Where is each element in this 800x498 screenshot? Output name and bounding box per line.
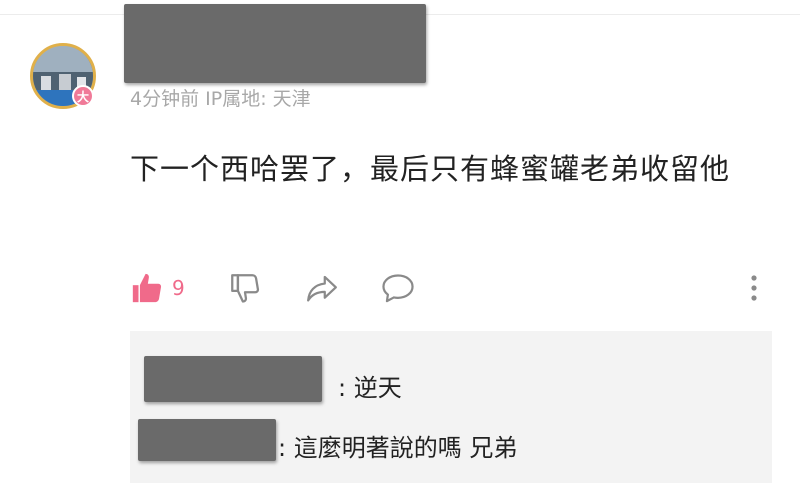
comment-icon [382,274,414,303]
reply-text: : 逆天 [338,374,402,402]
share-button[interactable] [304,268,340,308]
replies-box[interactable]: : 逆天 : 這麼明著說的嗎 兄弟 [130,331,772,483]
reply-text: : 這麼明著說的嗎 兄弟 [278,434,518,462]
comment-meta: 4分钟前 IP属地: 天津 [130,88,311,110]
comment-actions: 9 [130,268,770,308]
more-vertical-icon [751,275,757,301]
comment-text: 下一个西哈罢了，最后只有蜂蜜罐老弟收留他 [130,152,731,186]
thumbs-up-icon [132,273,162,303]
reply-button[interactable] [380,268,416,308]
like-count: 9 [172,276,185,300]
share-icon [307,275,337,302]
dislike-button[interactable] [228,268,262,308]
reply-username-redacted [144,356,322,402]
username-redacted [124,4,426,83]
more-options-button[interactable] [746,268,762,308]
thumbs-down-icon [231,274,260,303]
like-button[interactable]: 9 [130,268,185,308]
avatar-level-badge: 大 [72,85,94,107]
reply-username-redacted [138,419,276,461]
